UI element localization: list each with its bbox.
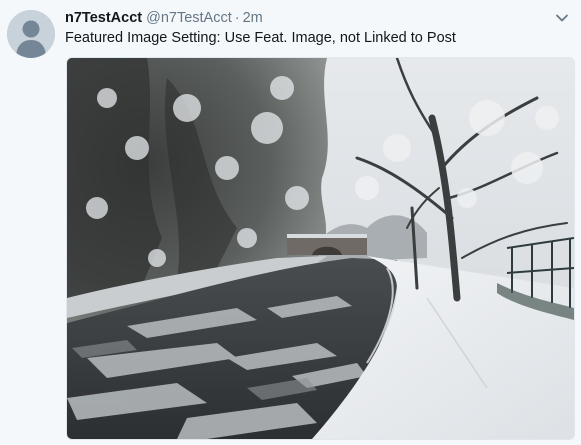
more-options-button[interactable] [554, 10, 570, 26]
default-avatar-icon [7, 10, 55, 58]
separator-dot: · [234, 10, 240, 26]
timestamp[interactable]: 2m [243, 10, 263, 26]
tweet: n7TestAcct @n7TestAcct · 2m Featured Image … [0, 0, 581, 445]
tweet-header: n7TestAcct @n7TestAcct · 2m [65, 9, 263, 27]
featured-image[interactable] [66, 57, 575, 440]
chevron-down-icon [556, 14, 568, 22]
user-handle[interactable]: @n7TestAcct [146, 10, 232, 26]
display-name[interactable]: n7TestAcct [65, 10, 142, 26]
avatar[interactable] [7, 10, 55, 58]
tweet-text: Featured Image Setting: Use Feat. Image,… [65, 30, 456, 46]
snowy-canal-photo [67, 58, 574, 439]
